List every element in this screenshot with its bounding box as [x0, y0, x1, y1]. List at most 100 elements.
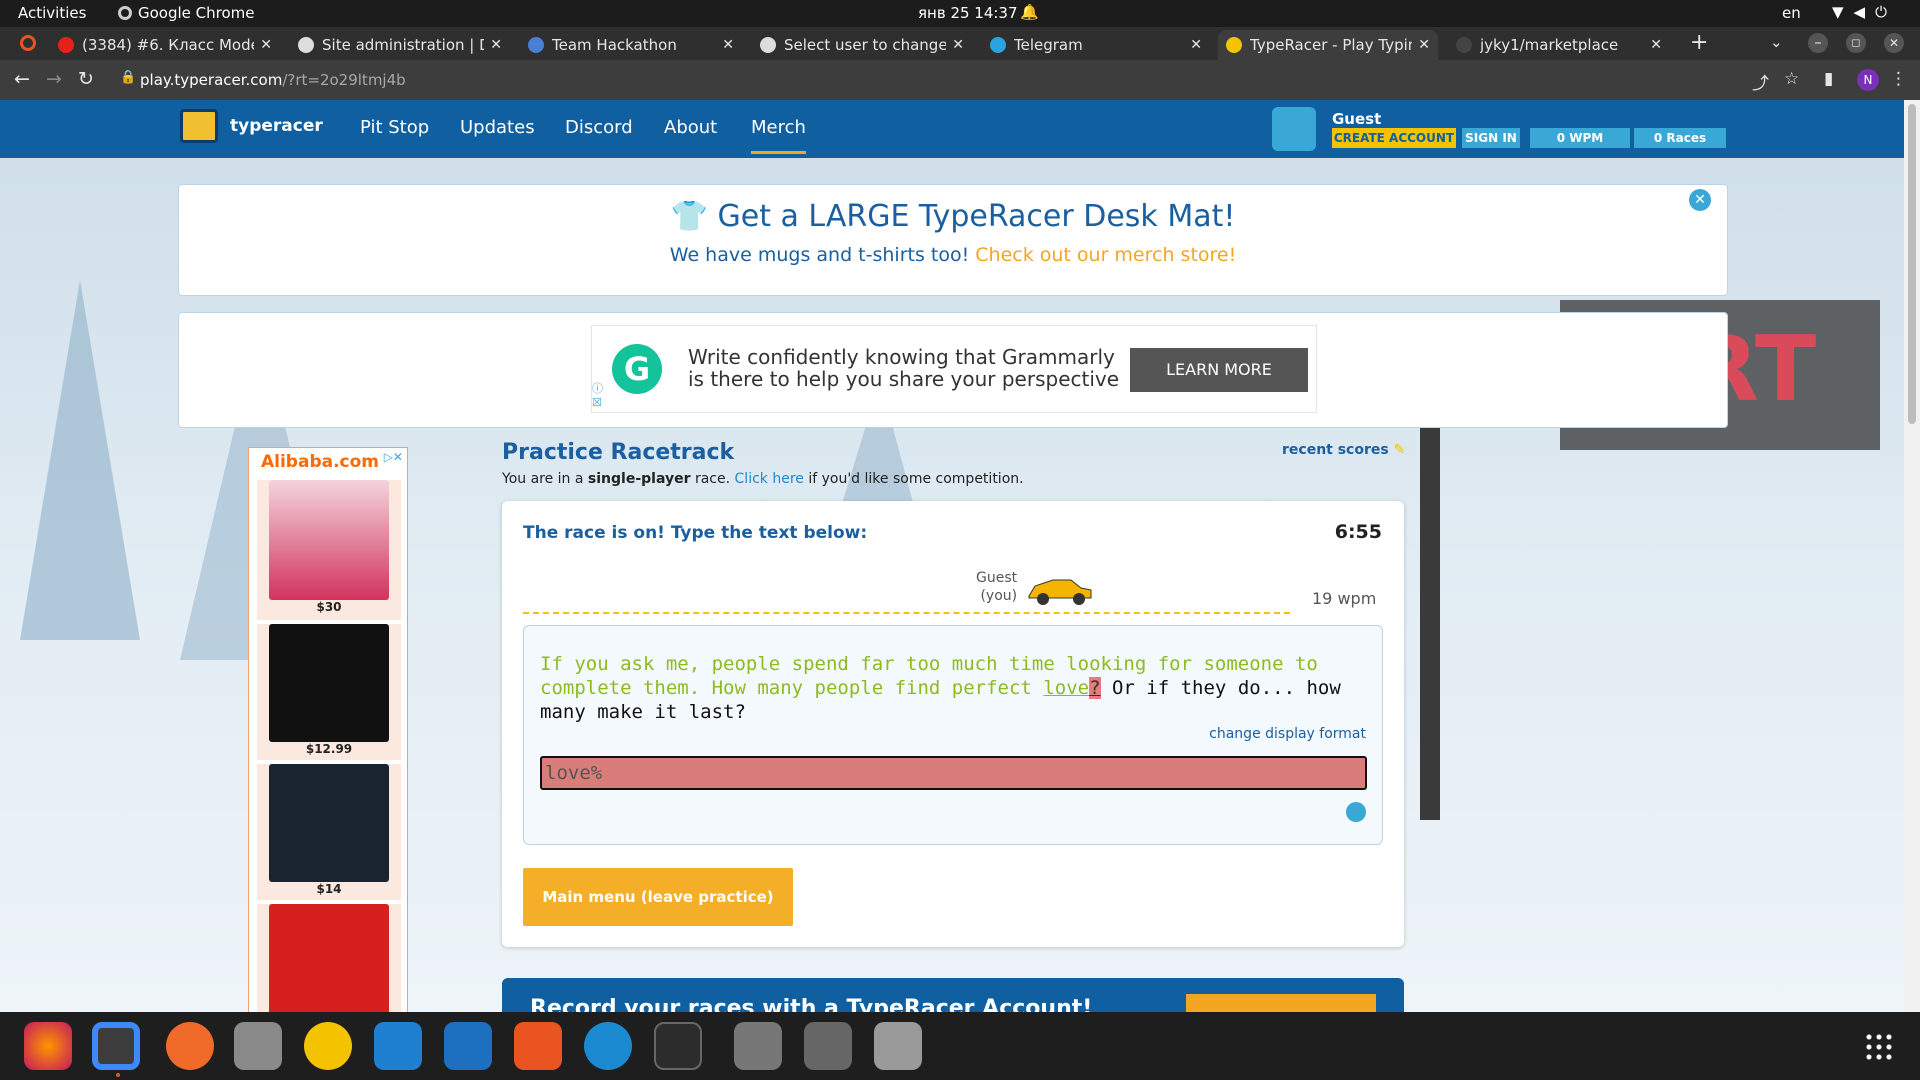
pen-app-icon[interactable]	[166, 1022, 214, 1070]
ad-product[interactable]: $14	[257, 764, 401, 900]
system-tray[interactable]: ▼ ◀ ⏻	[1832, 3, 1887, 21]
browser-tab[interactable]: Telegram ✕	[982, 30, 1210, 60]
back-button[interactable]: ←	[14, 68, 30, 90]
brand-name[interactable]: typeracer	[230, 116, 323, 136]
learn-more-button[interactable]: LEARN MORE	[1130, 348, 1308, 392]
vscode-icon[interactable]	[374, 1022, 422, 1070]
tab-favicon-icon	[58, 37, 74, 53]
clock[interactable]: янв 25 14:37	[918, 4, 1018, 22]
sub-text: You are in a	[502, 471, 584, 487]
scrollbar[interactable]	[1904, 100, 1920, 1012]
record-title: Record your races with a TypeRacer Accou…	[530, 996, 1093, 1012]
sidebar-icon[interactable]: ▮	[1824, 69, 1833, 89]
tab-close-icon[interactable]: ✕	[722, 37, 734, 53]
tab-strip: (3384) #6. Класс ModelS✕ Site administrat…	[0, 27, 1920, 60]
disk-icon[interactable]	[734, 1022, 782, 1070]
main-menu-button[interactable]: Main menu (leave practice)	[523, 868, 793, 926]
sign-in-button[interactable]: SIGN IN	[1462, 128, 1520, 148]
tab-close-icon[interactable]: ✕	[1418, 37, 1430, 53]
help-icon[interactable]	[584, 1022, 632, 1070]
grammarly-ad[interactable]: G Write confidently knowing that Grammar…	[591, 325, 1317, 413]
scrollbar-thumb[interactable]	[1908, 104, 1916, 424]
ad-info-icon[interactable]: ⓘ	[592, 382, 603, 395]
ad-product[interactable]	[257, 904, 401, 1012]
nav-updates[interactable]: Updates	[460, 117, 535, 138]
new-tab-button[interactable]: +	[1690, 30, 1708, 55]
chrome-icon[interactable]	[92, 1022, 140, 1070]
ubuntu-icon	[20, 35, 36, 51]
help-icon[interactable]	[1346, 802, 1366, 822]
merch-store-link[interactable]: Check out our merch store!	[975, 244, 1236, 266]
reload-button[interactable]: ↻	[78, 68, 94, 90]
ssd-icon[interactable]	[804, 1022, 852, 1070]
nav-pit-stop[interactable]: Pit Stop	[360, 117, 429, 138]
tab-title: Select user to change | D	[784, 36, 947, 54]
app-menu[interactable]: Google Chrome	[118, 4, 255, 22]
tab-search-icon[interactable]: ⌄	[1770, 33, 1783, 51]
race-timer: 6:55	[1334, 521, 1382, 543]
activities-button[interactable]: Activities	[18, 4, 86, 22]
url-field[interactable]: play.typeracer.com/?rt=2o29ltmj4b	[140, 71, 406, 89]
competition-link[interactable]: Click here	[735, 471, 804, 487]
rhythmbox-icon[interactable]	[304, 1022, 352, 1070]
profile-avatar[interactable]: N	[1857, 69, 1879, 91]
writer-icon[interactable]	[444, 1022, 492, 1070]
browser-tab[interactable]: Site administration | Dja ✕	[290, 30, 510, 60]
tab-title: Team Hackathon	[552, 36, 677, 54]
kebab-menu-icon[interactable]: ⋮	[1890, 69, 1907, 89]
product-price: $30	[316, 600, 342, 614]
player-you: (you)	[980, 588, 1018, 604]
ad-product[interactable]: $12.99	[257, 624, 401, 760]
sub-bold: single-player	[587, 471, 691, 487]
recent-scores-link[interactable]: recent scores ✎	[1282, 442, 1405, 458]
nav-about[interactable]: About	[664, 117, 717, 138]
races-badge: 0 Races	[1634, 128, 1726, 148]
keyboard-language[interactable]: en	[1782, 4, 1801, 22]
helmet-avatar-icon[interactable]	[1272, 107, 1316, 151]
wpm-badge: 0 WPM	[1530, 128, 1630, 148]
typing-input[interactable]: love%	[540, 756, 1367, 790]
browser-tab[interactable]: jyky1/marketplace ✕	[1448, 30, 1670, 60]
ad-close-icon[interactable]: ☒	[592, 396, 602, 409]
firefox-icon[interactable]	[24, 1022, 72, 1070]
app-center-icon[interactable]	[514, 1022, 562, 1070]
nav-discord[interactable]: Discord	[565, 117, 633, 138]
tracksuit-image	[269, 624, 389, 742]
close-window-button[interactable]: ✕	[1884, 33, 1904, 53]
sub-text: if you'd like some competition.	[808, 471, 1024, 487]
product-price: $12.99	[305, 742, 353, 756]
tab-close-icon[interactable]: ✕	[1650, 37, 1662, 53]
sweatsuit-image	[269, 764, 389, 882]
running-indicator	[116, 1073, 120, 1077]
tab-close-icon[interactable]: ✕	[1190, 37, 1202, 53]
browser-tab[interactable]: Select user to change | D ✕	[752, 30, 972, 60]
trash-icon[interactable]	[874, 1022, 922, 1070]
close-icon[interactable]: ✕	[1689, 189, 1711, 211]
maximize-button[interactable]: ◻	[1846, 33, 1866, 53]
tab-close-icon[interactable]: ✕	[490, 37, 502, 53]
ad-product[interactable]: $30	[257, 480, 401, 620]
share-icon[interactable]: ⤴	[1752, 69, 1769, 94]
minimize-button[interactable]: –	[1808, 33, 1828, 53]
record-cta-button[interactable]	[1186, 994, 1376, 1012]
browser-tab[interactable]: TypeRacer - Play Typing G ✕	[1218, 30, 1438, 60]
nav-merch[interactable]: Merch	[751, 117, 806, 154]
practice-subtitle: You are in a single-player race. Click h…	[502, 471, 1024, 487]
files-icon[interactable]	[234, 1022, 282, 1070]
typeracer-logo[interactable]	[180, 109, 218, 143]
change-display-format-link[interactable]: change display format	[1209, 726, 1366, 742]
player-name: Guest	[976, 570, 1018, 586]
recent-scores-label: recent scores	[1282, 442, 1389, 458]
forward-button[interactable]: →	[46, 68, 62, 90]
terminal-icon[interactable]	[654, 1022, 702, 1070]
tab-title: TypeRacer - Play Typing G	[1250, 36, 1412, 54]
bookmark-star-icon[interactable]: ☆	[1784, 69, 1799, 89]
create-account-button[interactable]: CREATE ACCOUNT	[1332, 128, 1456, 148]
tab-close-icon[interactable]: ✕	[952, 37, 964, 53]
tab-close-icon[interactable]: ✕	[260, 37, 272, 53]
ad-choices-icon[interactable]: ▷✕	[384, 450, 403, 464]
alibaba-ad[interactable]: Alibaba.com ▷✕ $30 $12.99 $14	[248, 447, 408, 1012]
browser-tab[interactable]: (3384) #6. Класс ModelS ✕	[50, 30, 280, 60]
app-grid-icon[interactable]	[1864, 1032, 1894, 1062]
browser-tab[interactable]: Team Hackathon ✕	[520, 30, 742, 60]
